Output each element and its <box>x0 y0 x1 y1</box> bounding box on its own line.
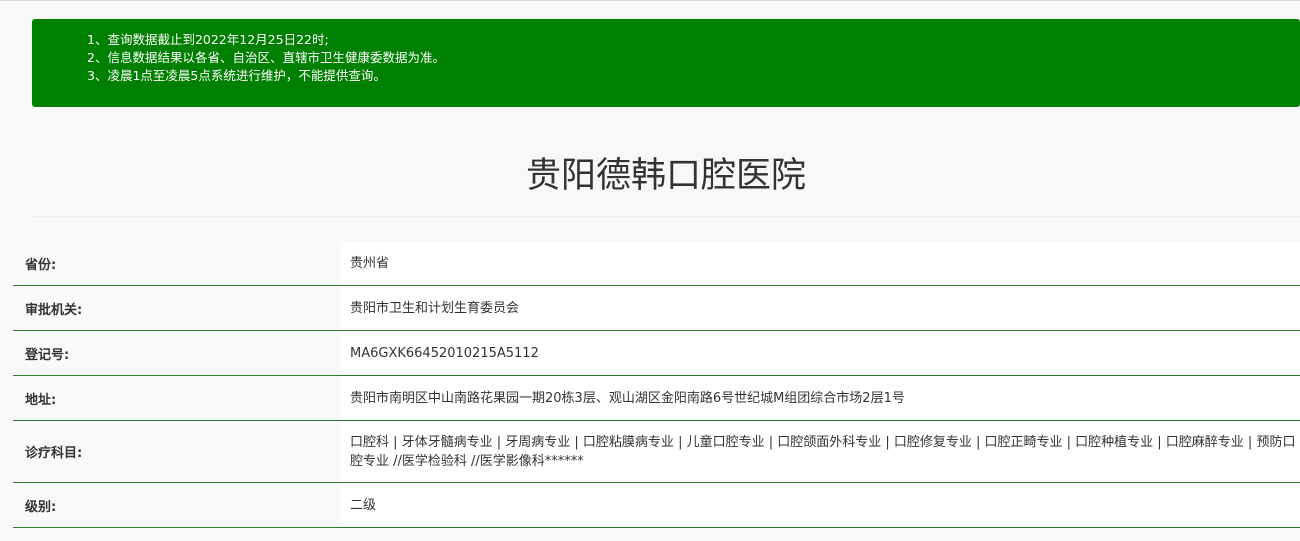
table-row: 诊疗科目: 口腔科 | 牙体牙髓病专业 | 牙周病专业 | 口腔粘膜病专业 | … <box>13 420 1300 483</box>
notice-banner: 1、查询数据截止到2022年12月25日22时; 2、信息数据结果以各省、自治区… <box>32 19 1300 107</box>
title-divider <box>32 216 1300 217</box>
approval-authority-label: 审批机关: <box>13 285 340 331</box>
registration-number-label: 登记号: <box>13 330 340 376</box>
province-value: 贵州省 <box>340 241 1300 286</box>
address-label: 地址: <box>13 375 340 421</box>
table-row: 地址: 贵阳市南明区中山南路花果园一期20栋3层、观山湖区金阳南路6号世纪城M组… <box>13 375 1300 421</box>
notice-line: 3、凌晨1点至凌晨5点系统进行维护，不能提供查询。 <box>87 68 386 83</box>
table-row: 省份: 贵州省 <box>13 241 1300 286</box>
hospital-info-table: 省份: 贵州省 审批机关: 贵阳市卫生和计划生育委员会 登记号: MA6GXK6… <box>13 241 1300 528</box>
notice-line: 1、查询数据截止到2022年12月25日22时; <box>87 32 329 47</box>
top-divider <box>0 0 1300 1</box>
table-row: 审批机关: 贵阳市卫生和计划生育委员会 <box>13 285 1300 331</box>
level-label: 级别: <box>13 482 340 528</box>
province-label: 省份: <box>13 241 340 286</box>
level-value: 二级 <box>340 482 1300 528</box>
address-value: 贵阳市南明区中山南路花果园一期20栋3层、观山湖区金阳南路6号世纪城M组团综合市… <box>340 375 1300 421</box>
approval-authority-value: 贵阳市卫生和计划生育委员会 <box>340 285 1300 331</box>
registration-number-value: MA6GXK66452010215A5112 <box>340 330 1300 376</box>
hospital-title: 贵阳德韩口腔医院 <box>525 156 806 196</box>
table-row: 登记号: MA6GXK66452010215A5112 <box>13 330 1300 376</box>
departments-label: 诊疗科目: <box>13 420 340 483</box>
departments-value: 口腔科 | 牙体牙髓病专业 | 牙周病专业 | 口腔粘膜病专业 | 儿童口腔专业… <box>340 420 1300 483</box>
notice-line: 2、信息数据结果以各省、自治区、直辖市卫生健康委数据为准。 <box>87 50 445 65</box>
table-row: 级别: 二级 <box>13 482 1300 528</box>
